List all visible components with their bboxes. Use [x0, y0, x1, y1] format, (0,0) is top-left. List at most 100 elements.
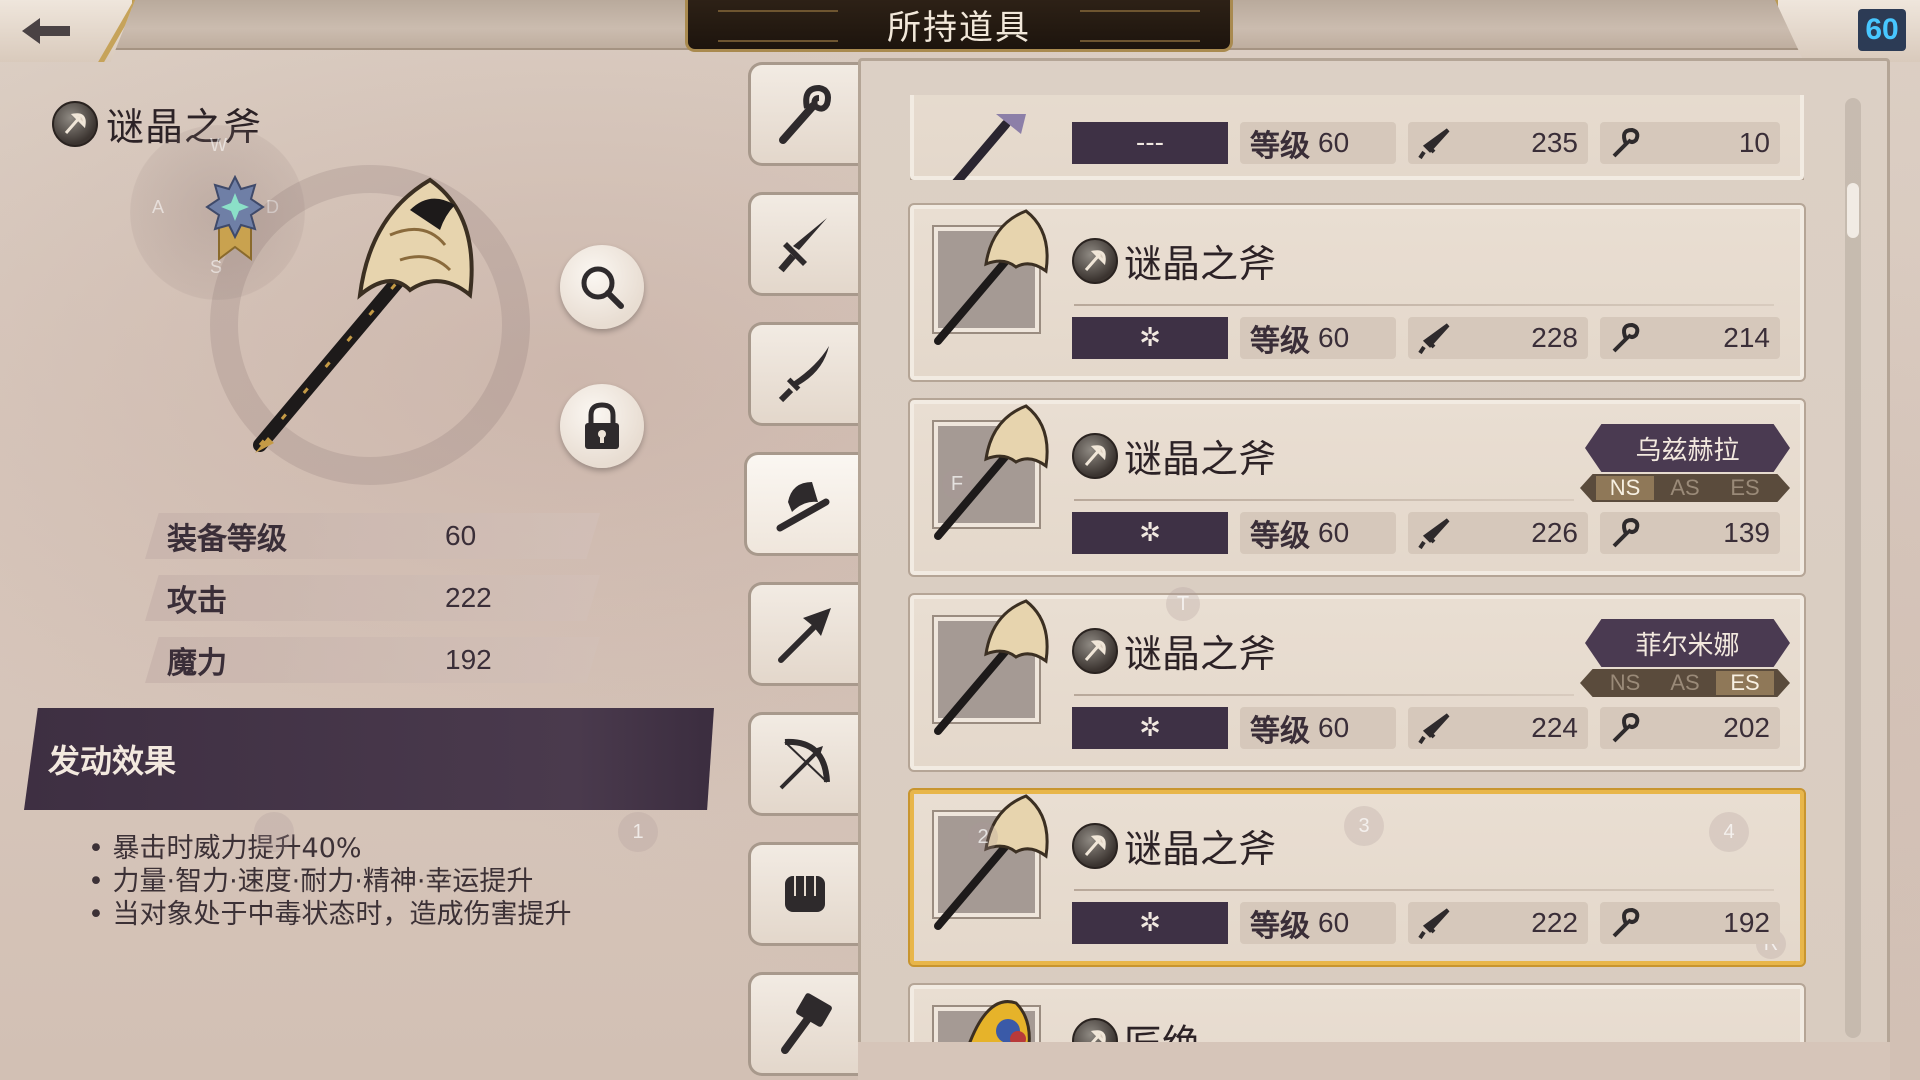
card-stats: ✲ 等级 60 228 214 — [1072, 317, 1780, 359]
item-name: 谜晶之斧 — [1124, 437, 1277, 481]
card-name-row: 谜晶之斧 — [1072, 623, 1276, 678]
item-card[interactable]: T 谜晶之斧 菲尔米娜 NS AS ES ✲ 等级 60 224 202 — [908, 587, 1806, 772]
awaken-slot: --- — [1072, 122, 1228, 164]
attack-chip: 235 — [1408, 122, 1588, 164]
attack-value: 224 — [1531, 712, 1578, 743]
tab-fist[interactable] — [748, 842, 858, 946]
item-card[interactable]: 谜晶之斧 ✲ 等级 60 228 214 — [908, 203, 1806, 382]
magic-icon — [1612, 322, 1640, 353]
stat-value: 192 — [445, 644, 492, 675]
spear-icon — [777, 608, 831, 663]
level-chip: 等级 60 — [1240, 122, 1396, 164]
item-name: 谜晶之斧 — [1124, 827, 1277, 871]
card-name-row: 谜晶之斧 — [1072, 428, 1276, 483]
slot-as: AS — [1670, 670, 1700, 695]
hint-marker-1: 1 — [618, 812, 658, 852]
axe-icon — [776, 482, 829, 532]
magic-value: 139 — [1723, 517, 1770, 548]
scrollbar-track[interactable] — [1845, 98, 1861, 1038]
attack-icon — [1418, 713, 1450, 745]
stat-label: 攻击 — [167, 584, 227, 619]
card-stats: ✲ 等级 60 224 202 — [1072, 707, 1780, 749]
player-level-badge: 60 — [1858, 9, 1906, 51]
back-arrow-icon — [22, 18, 70, 44]
magic-value: 214 — [1723, 322, 1770, 353]
level-label: 等级 — [1250, 519, 1310, 554]
hint-marker-f: F — [942, 469, 972, 499]
magic-chip: 214 — [1600, 317, 1780, 359]
item-card[interactable]: F 谜晶之斧 乌兹赫拉 NS AS ES ✲ 等级 60 226 139 — [908, 398, 1806, 577]
equipped-by-tag: 乌兹赫拉 — [1585, 424, 1790, 472]
tab-bow[interactable] — [748, 712, 858, 816]
attack-icon — [1418, 908, 1450, 940]
hint-marker-2: 2 — [968, 822, 998, 852]
attack-chip: 226 — [1408, 512, 1588, 554]
level-label: 等级 — [1250, 324, 1310, 359]
awaken-slot: ✲ — [1072, 902, 1228, 944]
tab-sword[interactable] — [748, 192, 858, 296]
card-stats: --- 等级 60 235 10 — [1072, 122, 1780, 164]
equipped-by-tag: 菲尔米娜 — [1585, 619, 1790, 667]
page-title: 所持道具 — [685, 0, 1233, 52]
bow-icon — [779, 738, 830, 790]
tab-axe[interactable] — [744, 452, 864, 556]
attack-chip: 222 — [1408, 902, 1588, 944]
effect-item: 当对象处于中毒状态时，造成伤害提升 — [88, 898, 572, 931]
card-divider — [1074, 499, 1574, 501]
magic-icon — [1612, 127, 1640, 158]
axe-type-icon — [52, 100, 98, 147]
item-thumb-image — [934, 599, 1049, 735]
slot-es: ES — [1716, 670, 1774, 695]
weapon-preview-image — [253, 177, 474, 453]
magic-chip: 10 — [1600, 122, 1780, 164]
list-bottom-edge — [858, 1042, 1890, 1080]
item-name: 谜晶之斧 — [1124, 242, 1277, 286]
staff-icon — [778, 84, 831, 144]
awaken-slot: ✲ — [1072, 512, 1228, 554]
compass-a: A — [152, 197, 165, 217]
tab-spear[interactable] — [748, 582, 858, 686]
card-stats: ✲ 等级 60 226 139 — [1072, 512, 1780, 554]
hammer-icon — [780, 993, 832, 1054]
card-name-row: 谜晶之斧 — [1072, 233, 1276, 288]
tab-katana[interactable] — [748, 322, 858, 426]
lock-button[interactable] — [560, 384, 644, 468]
attack-icon — [1418, 518, 1450, 550]
attack-value: 226 — [1531, 517, 1578, 548]
magic-icon — [1612, 712, 1640, 743]
magic-value: 202 — [1723, 712, 1770, 743]
magic-value: 10 — [1738, 127, 1770, 158]
scrollbar-thumb[interactable] — [1847, 183, 1859, 238]
level-label: 等级 — [1250, 909, 1310, 944]
slot-es: ES — [1730, 475, 1760, 500]
level-chip: 等级 60 — [1240, 317, 1396, 359]
category-tabs — [744, 58, 864, 1078]
fist-icon — [784, 876, 825, 912]
magnifier-icon — [581, 266, 624, 309]
level-label: 等级 — [1250, 714, 1310, 749]
magic-value: 192 — [1723, 907, 1770, 938]
stat-row-level: 装备等级 60 — [145, 513, 600, 559]
tab-hammer[interactable] — [748, 972, 858, 1076]
slot-ns: NS — [1596, 475, 1654, 500]
item-thumb-image — [934, 794, 1049, 930]
stat-value: 60 — [445, 520, 477, 551]
slot-as: AS — [1670, 475, 1700, 500]
inspect-button[interactable] — [560, 245, 644, 329]
stat-row-magic: 魔力 192 — [145, 637, 600, 683]
attack-chip: 224 — [1408, 707, 1588, 749]
level-value: 60 — [1318, 322, 1350, 353]
axe-type-icon — [1072, 432, 1118, 479]
lock-icon — [585, 402, 619, 449]
item-card-selected[interactable]: 2 3 4 R 谜晶之斧 ✲ 等级 60 222 192 — [908, 788, 1806, 967]
level-chip: 等级 60 — [1240, 902, 1396, 944]
effect-list: 暴击时威力提升40% 力量·智力·速度·耐力·精神·幸运提升 当对象处于中毒状态… — [88, 832, 572, 931]
compass-w: W — [210, 135, 227, 155]
tab-staff[interactable] — [748, 62, 858, 166]
sword-icon — [777, 218, 827, 273]
level-value: 60 — [1318, 907, 1350, 938]
magic-icon — [1612, 517, 1640, 548]
card-name-row: 谜晶之斧 — [1072, 818, 1276, 873]
slot-ns: NS — [1609, 670, 1641, 695]
axe-type-icon — [1072, 627, 1118, 674]
